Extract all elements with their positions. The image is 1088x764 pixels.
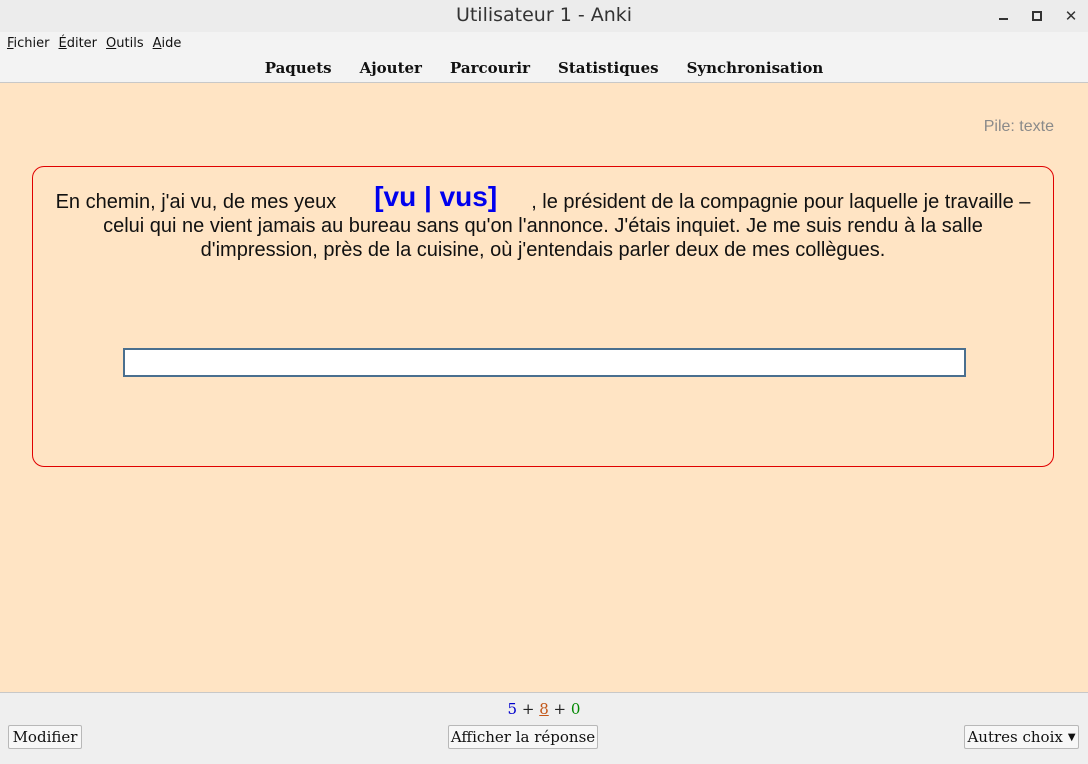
- show-answer-button[interactable]: Afficher la réponse: [448, 725, 598, 749]
- new-count: 5: [507, 700, 518, 718]
- count-separator: +: [521, 700, 535, 718]
- reviewer-area: Pile: texte En chemin, j'ai vu, de mes y…: [0, 83, 1088, 692]
- learning-count: 8: [539, 700, 549, 718]
- title-bar: Utilisateur 1 - Anki ✕: [0, 0, 1088, 32]
- minimize-icon: [998, 18, 1008, 20]
- minimize-button[interactable]: [993, 6, 1013, 26]
- count-separator: +: [553, 700, 567, 718]
- card-box: En chemin, j'ai vu, de mes yeux [vu | vus…: [32, 166, 1054, 467]
- toolbar-decks-link[interactable]: Paquets: [265, 59, 332, 77]
- type-answer-input[interactable]: [123, 348, 966, 377]
- main-toolbar: Paquets Ajouter Parcourir Statistiques S…: [0, 54, 1088, 83]
- deck-label: Pile: texte: [983, 118, 1054, 135]
- toolbar-add-link[interactable]: Ajouter: [360, 59, 422, 77]
- dropdown-arrow-icon: ▼: [1067, 731, 1076, 743]
- card-question-text: En chemin, j'ai vu, de mes yeux [vu | vus…: [53, 183, 1033, 262]
- menu-aide[interactable]: Aide: [150, 36, 188, 51]
- review-count: 0: [570, 700, 581, 718]
- edit-button[interactable]: Modifier: [8, 725, 82, 749]
- close-button[interactable]: ✕: [1061, 6, 1081, 26]
- maximize-icon: [1032, 11, 1042, 21]
- maximize-button[interactable]: [1027, 6, 1047, 26]
- toolbar-sync-link[interactable]: Synchronisation: [687, 59, 824, 77]
- menu-outils[interactable]: Outils: [103, 36, 150, 51]
- toolbar-browse-link[interactable]: Parcourir: [450, 59, 530, 77]
- cloze-hint: [vu | vus]: [374, 181, 498, 212]
- more-options-label: Autres choix: [967, 728, 1063, 746]
- card-text-before: En chemin, j'ai vu, de mes yeux: [55, 191, 337, 213]
- more-options-button[interactable]: Autres choix ▼: [964, 725, 1079, 749]
- close-icon: ✕: [1064, 6, 1078, 25]
- menu-editer[interactable]: Éditer: [56, 36, 104, 51]
- window-title: Utilisateur 1 - Anki: [455, 4, 633, 26]
- toolbar-stats-link[interactable]: Statistiques: [558, 59, 659, 77]
- menu-fichier[interactable]: Fichier: [4, 36, 56, 51]
- due-counts: 5 + 8 + 0: [0, 700, 1088, 718]
- menu-bar: Fichier Éditer Outils Aide: [0, 32, 1088, 54]
- bottom-bar: 5 + 8 + 0 Modifier Afficher la réponse A…: [0, 692, 1088, 764]
